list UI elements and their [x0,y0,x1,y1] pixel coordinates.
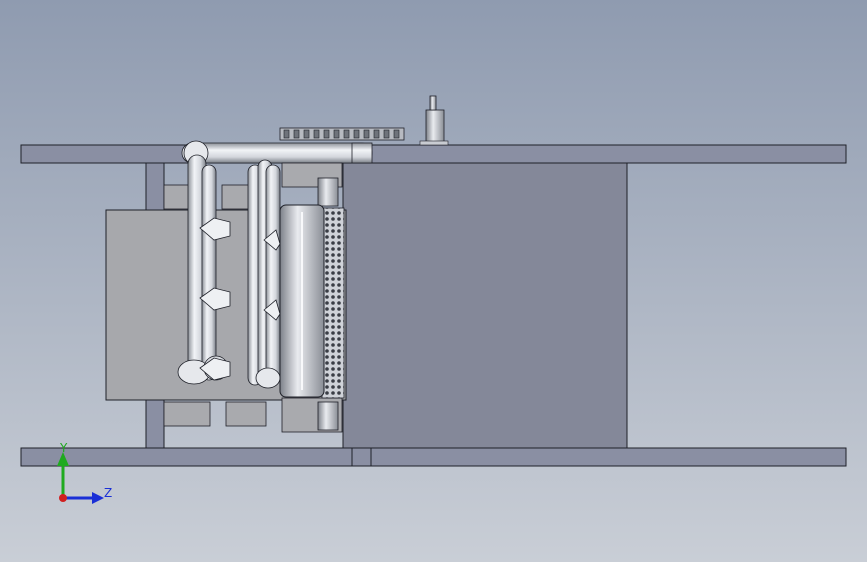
housing-block [342,161,628,449]
pipe-5 [265,164,281,386]
pipe-2 [201,164,217,381]
top-pin-base [425,109,445,144]
roller-bottom-nut [317,401,339,431]
roller-top-nut [317,177,339,207]
bottom-plate-notch [351,447,372,467]
z-axis-arrow-icon [92,492,104,504]
top-pin-stem [429,95,437,111]
y-axis-label: Y [59,441,68,455]
lower-bracket-a [163,401,211,427]
top-pipe-collar [351,142,373,164]
cad-model-drawing[interactable]: Y Z [0,0,867,562]
top-plate [20,144,847,164]
lower-bracket-b [225,401,267,427]
top-pin-foot [419,140,449,146]
cad-viewport[interactable]: Y Z [0,0,867,562]
top-horizontal-pipe [181,142,373,164]
origin-dot-icon [59,494,67,502]
bottom-plate [20,447,847,467]
bottom-elbow-3 [255,367,281,389]
z-axis-label: Z [104,486,112,500]
perforated-strip [321,207,345,399]
